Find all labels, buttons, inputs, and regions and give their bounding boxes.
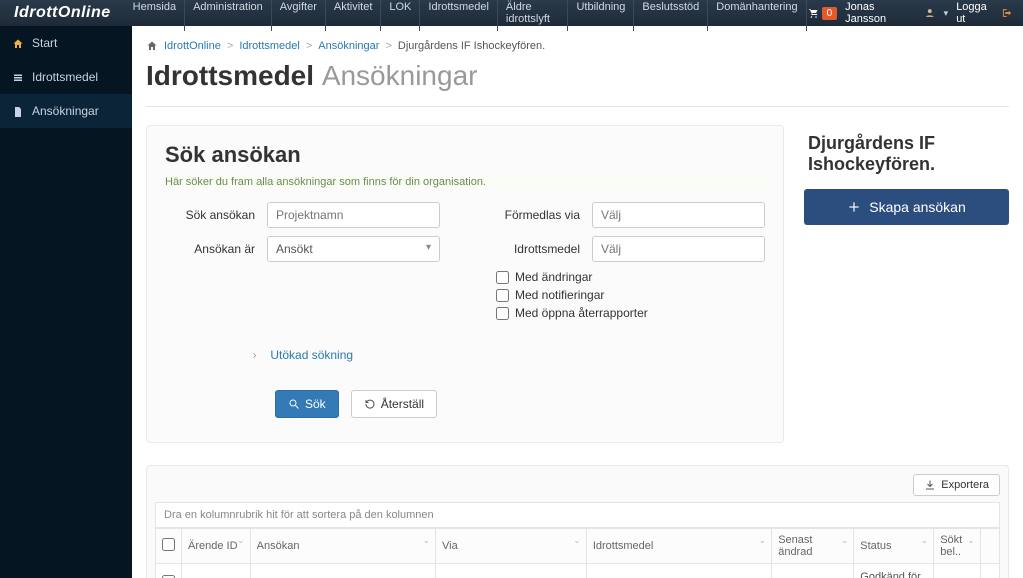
cell-arende-id: 552 [182,564,251,578]
logout-label: Logga ut [956,1,997,25]
grid-select-all[interactable] [162,538,175,551]
export-button[interactable]: Exportera [913,474,1000,496]
breadcrumb-item[interactable]: Idrottsmedel [239,40,300,52]
table-row[interactable]: 552Utvecklingscamper U13-U16 - FlickSven… [156,564,1000,578]
cart[interactable]: 0 [807,7,838,20]
reset-icon [364,398,376,410]
cell-status: Godkänd för utbetalning [854,564,934,578]
user-icon [924,7,936,19]
sidebar-item-label: Idrottsmedel [32,70,98,84]
breadcrumb: IdrottOnline > Idrottsmedel > Ansökningar > Dj… [146,40,1009,52]
topbar: IdrottOnline HemsidaAdministrationAvgift… [0,0,1023,26]
grid-col-header[interactable] [980,529,999,564]
label-sok-ansokan: Sök ansökan [165,208,255,222]
grid-col-header[interactable]: Status⌄ [854,529,934,564]
sidebar-item-label: Ansökningar [32,104,99,118]
sort-icon: ⌄ [237,535,245,546]
logout-link[interactable]: Logga ut [956,1,1013,25]
file-icon [12,104,24,118]
title-separator [146,106,1009,107]
cart-badge: 0 [822,7,838,20]
sidebar-item-start[interactable]: Start [0,26,132,60]
list-icon [12,70,24,84]
cell-last: 4 [980,564,999,578]
cell-senast-andrad: 2017-01-31 [772,564,854,578]
cart-icon [807,7,819,19]
home-icon [146,40,158,52]
grid-col-header[interactable]: Via⌄ [436,529,587,564]
sort-icon: ⌄ [573,535,581,546]
cell-ansokan[interactable]: Utvecklingscamper U13-U16 - Flick [250,564,435,578]
label-formedlas-via: Förmedlas via [490,208,580,222]
grid-col-header[interactable]: Idrottsmedel⌄ [586,529,771,564]
breadcrumb-item[interactable]: Ansökningar [318,40,379,52]
page-title: Idrottsmedel Ansökningar [146,60,1009,92]
breadcrumb-item[interactable]: IdrottOnline [164,40,221,52]
grid-col-header[interactable]: Ansökan⌄ [250,529,435,564]
sort-icon: ⌄ [967,535,975,546]
topbar-right: 0 Jonas Jansson ▾ Logga ut [807,1,1023,25]
cell-idrottsmedel[interactable]: Utvecklingscamper U13-U16 - Flick [586,564,771,578]
logout-icon [1001,7,1013,19]
input-formedlas-via[interactable] [592,202,765,228]
grid-col-header[interactable]: Ärende ID⌄ [182,529,251,564]
user-name[interactable]: Jonas Jansson [845,1,916,25]
sort-icon: ⌄ [841,535,849,546]
cell-via: Svenska Ishockeyförbundet [436,564,587,578]
plus-icon [847,200,861,214]
content: IdrottOnline > Idrottsmedel > Ansökningar > Dj… [132,26,1023,578]
select-ansokan-ar[interactable]: Ansökt [267,236,440,262]
grid-group-hint[interactable]: Dra en kolumnrubrik hit för att sortera … [155,502,1000,528]
label-ansokan-ar: Ansökan är [165,242,255,256]
org-title: Djurgårdens IF Ishockeyfören. [808,133,1009,175]
grid-col-header[interactable]: Senast ändrad⌄ [772,529,854,564]
check-med-andringar[interactable]: Med ändringar [496,270,765,284]
search-panel: Sök ansökan Här söker du fram alla ansök… [146,125,784,443]
right-panel: Djurgårdens IF Ishockeyfören. Skapa ansö… [804,125,1009,225]
sidebar-item-ansökningar[interactable]: Ansökningar [0,94,132,128]
grid-panel: Exportera Dra en kolumnrubrik hit för at… [146,465,1009,578]
create-application-button[interactable]: Skapa ansökan [804,189,1009,225]
sidebar: Start Idrottsmedel Ansökningar [0,26,132,578]
breadcrumb-sep: > [227,40,233,52]
sort-icon: ⌄ [423,535,431,546]
expand-utokad-sokning[interactable]: › Utökad sökning [253,348,765,362]
home-icon [12,36,24,50]
sidebar-item-idrottsmedel[interactable]: Idrottsmedel [0,60,132,94]
cell-sokt-belopp: 0 [934,564,981,578]
label-idrottsmedel: Idrottsmedel [490,242,580,256]
search-button[interactable]: Sök [275,390,339,418]
search-help: Här söker du fram alla ansökningar som f… [165,176,765,188]
sort-icon: ⌄ [921,535,929,546]
search-heading: Sök ansökan [165,142,765,168]
sidebar-item-label: Start [32,36,57,50]
search-icon [288,398,300,410]
grid-col-header[interactable]: Sökt bel..⌄ [934,529,981,564]
grid-col-checkbox [156,529,182,564]
check-med-notifieringar[interactable]: Med notifieringar [496,288,765,302]
breadcrumb-sep: > [385,40,391,52]
input-idrottsmedel[interactable] [592,236,765,262]
breadcrumb-sep: > [306,40,312,52]
export-icon [924,479,936,491]
check-med-oppna-aterrapporter[interactable]: Med öppna återrapporter [496,306,765,320]
logo: IdrottOnline [0,4,125,22]
grid-table: Ärende ID⌄Ansökan⌄Via⌄Idrottsmedel⌄Senas… [155,528,1000,578]
chevron-right-icon: › [253,350,256,361]
breadcrumb-item: Djurgårdens IF Ishockeyfören. [398,40,545,52]
reset-button[interactable]: Återställ [351,390,437,418]
sort-icon: ⌄ [759,535,767,546]
input-sok-ansokan[interactable] [267,202,440,228]
